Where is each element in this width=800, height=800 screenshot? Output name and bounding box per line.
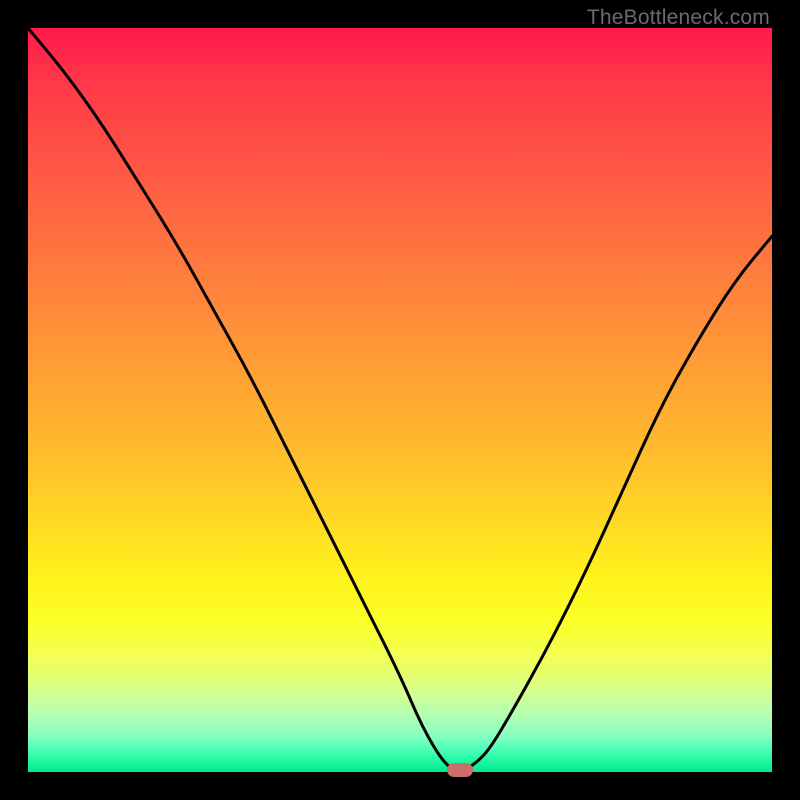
minimum-marker [447,763,473,777]
attribution-label: TheBottleneck.com [587,6,770,30]
curve-path [28,28,772,770]
chart-frame: TheBottleneck.com [0,0,800,800]
plot-area [28,28,772,772]
bottleneck-curve [28,28,772,772]
